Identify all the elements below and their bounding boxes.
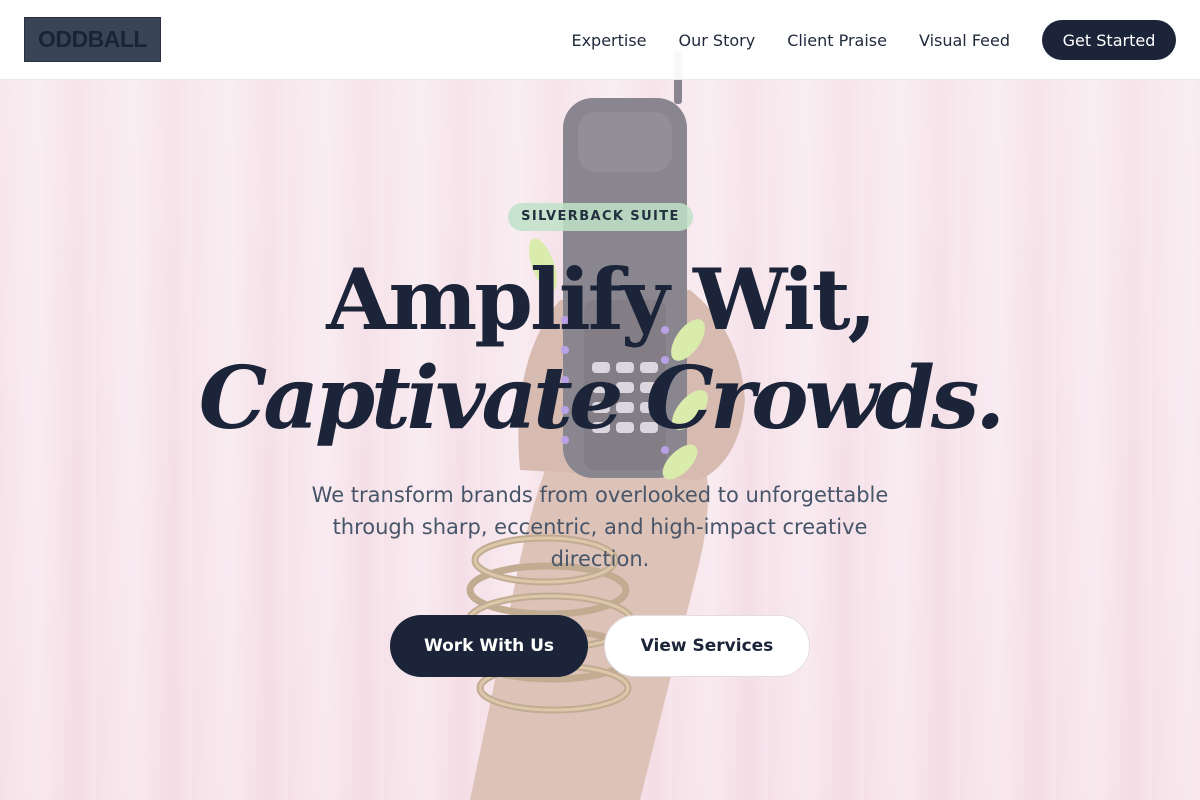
hero-headline-line1: Amplify Wit, <box>326 250 877 349</box>
top-navbar: ODDBALL Expertise Our Story Client Prais… <box>0 0 1200 80</box>
nav-links: Expertise Our Story Client Praise Visual… <box>571 0 1010 80</box>
nav-link-client-praise[interactable]: Client Praise <box>787 31 887 50</box>
hero-subtext: We transform brands from overlooked to u… <box>311 483 889 571</box>
hero-headline: Amplify Wit, Captivate Crowds. <box>100 258 1100 442</box>
nav-link-expertise[interactable]: Expertise <box>571 31 646 50</box>
view-services-button[interactable]: View Services <box>604 615 810 677</box>
nav-link-visual-feed[interactable]: Visual Feed <box>919 31 1010 50</box>
get-started-button[interactable]: Get Started <box>1042 20 1176 60</box>
hero-badge: SILVERBACK SUITE <box>508 203 693 231</box>
nav-link-our-story[interactable]: Our Story <box>679 31 756 50</box>
work-with-us-button[interactable]: Work With Us <box>390 615 588 677</box>
hero-headline-line2: Captivate Crowds. <box>198 348 1005 449</box>
brand-logo[interactable]: ODDBALL <box>24 17 161 62</box>
